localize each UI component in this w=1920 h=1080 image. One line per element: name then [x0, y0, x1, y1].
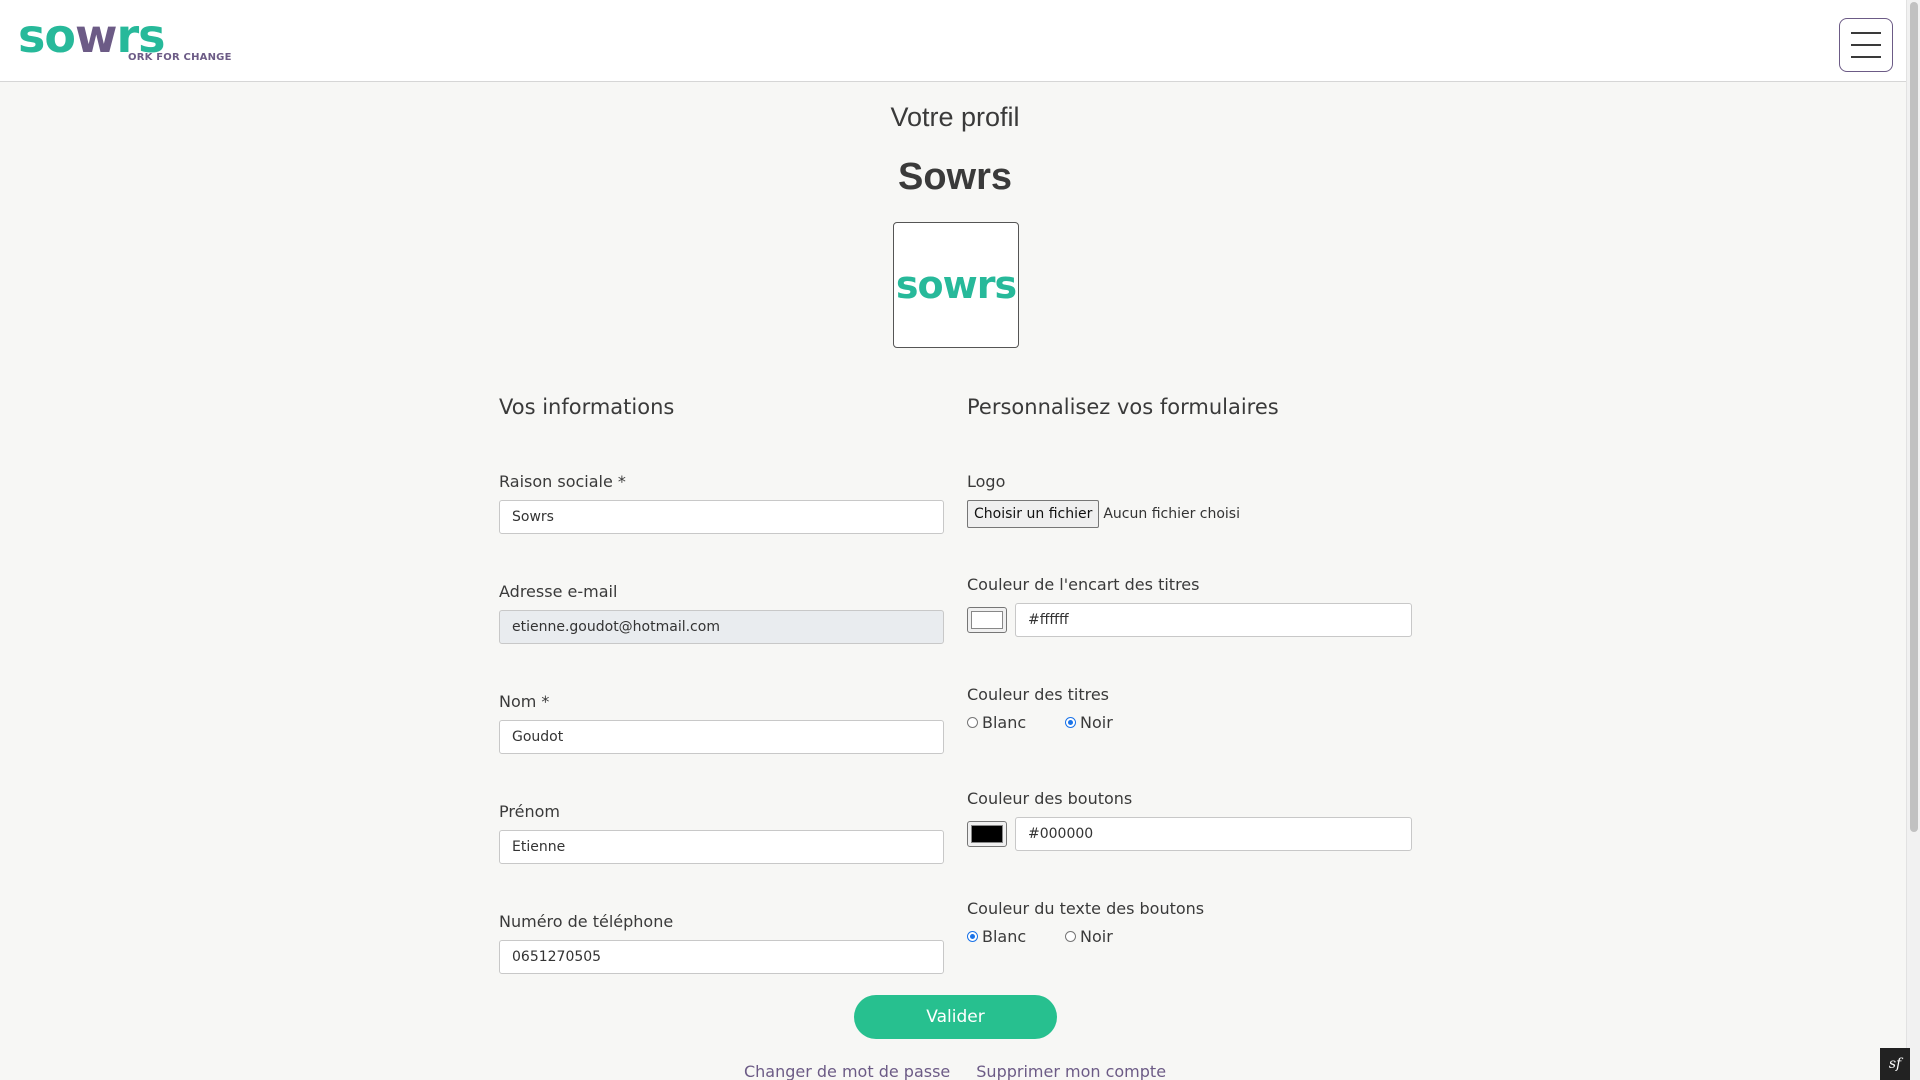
- button-color-swatch: [971, 825, 1003, 843]
- header-color-input[interactable]: #ffffff: [1015, 603, 1412, 637]
- hamburger-icon-line: [1851, 32, 1881, 34]
- header-color-group: Couleur de l'encart des titres #ffffff: [967, 575, 1413, 637]
- hamburger-icon-line: [1851, 44, 1881, 46]
- prenom-label: Prénom: [499, 802, 560, 821]
- button-text-color-group: Couleur du texte des boutons Blanc Noir: [967, 899, 1413, 946]
- account-links: Changer de mot de passe Supprimer mon co…: [0, 1062, 1910, 1080]
- header-color-picker[interactable]: [967, 607, 1007, 633]
- title-color-white-label: Blanc: [982, 713, 1027, 732]
- title-color-black-option[interactable]: Noir: [1065, 713, 1163, 732]
- raison-sociale-group: Raison sociale * Sowrs: [499, 472, 944, 534]
- brand-text-part1: so: [18, 9, 76, 63]
- button-text-white-label: Blanc: [982, 927, 1027, 946]
- brand-text-part2: w: [74, 9, 117, 63]
- title-color-white-option[interactable]: Blanc: [967, 713, 1065, 732]
- info-column: Vos informations Raison sociale * Sowrs …: [499, 392, 944, 974]
- header-color-row: #ffffff: [967, 603, 1413, 637]
- telephone-input[interactable]: 0651270505: [499, 940, 944, 974]
- telephone-label: Numéro de téléphone: [499, 912, 674, 931]
- prenom-group: Prénom Etienne: [499, 802, 944, 864]
- button-color-group: Couleur des boutons #000000: [967, 789, 1413, 851]
- title-color-black-label: Noir: [1080, 713, 1113, 732]
- symfony-toolbar-icon[interactable]: sf: [1880, 1048, 1910, 1080]
- email-label: Adresse e-mail: [499, 582, 618, 601]
- button-text-black-option[interactable]: Noir: [1065, 927, 1163, 946]
- nom-group: Nom * Goudot: [499, 692, 944, 754]
- radio-button-checked[interactable]: [1065, 717, 1076, 728]
- nom-label: Nom *: [499, 692, 550, 711]
- scrollbar-thumb[interactable]: [1910, 2, 1918, 832]
- title-color-label: Couleur des titres: [967, 685, 1110, 704]
- radio-button[interactable]: [967, 717, 978, 728]
- hamburger-icon-line: [1851, 56, 1881, 58]
- choose-file-button[interactable]: Choisir un fichier: [967, 500, 1100, 528]
- radio-button[interactable]: [1065, 931, 1076, 942]
- delete-account-link[interactable]: Supprimer mon compte: [976, 1062, 1166, 1080]
- button-color-input[interactable]: #000000: [1015, 817, 1412, 851]
- company-logo: sowrs: [893, 222, 1019, 348]
- page-scrollbar[interactable]: [1906, 0, 1920, 1080]
- prenom-input[interactable]: Etienne: [499, 830, 944, 864]
- logo-upload-group: Logo Choisir un fichier Aucun fichier ch…: [967, 472, 1413, 528]
- telephone-group: Numéro de téléphone 0651270505: [499, 912, 944, 974]
- menu-toggle-button[interactable]: [1839, 18, 1893, 72]
- nom-input[interactable]: Goudot: [499, 720, 944, 754]
- file-status-text: Aucun fichier choisi: [1103, 506, 1240, 522]
- logo-label: Logo: [967, 472, 1006, 491]
- button-color-label: Couleur des boutons: [967, 789, 1133, 808]
- raison-sociale-input[interactable]: Sowrs: [499, 500, 944, 534]
- title-color-group: Couleur des titres Blanc Noir: [967, 685, 1413, 732]
- email-group: Adresse e-mail etienne.goudot@hotmail.co…: [499, 582, 944, 644]
- button-text-color-label: Couleur du texte des boutons: [967, 899, 1205, 918]
- info-section-title: Vos informations: [499, 395, 675, 419]
- company-name: Sowrs: [897, 156, 1013, 198]
- brand-tagline: ORK FOR CHANGE: [128, 52, 232, 63]
- change-password-link[interactable]: Changer de mot de passe: [744, 1062, 950, 1080]
- email-field: etienne.goudot@hotmail.com: [499, 610, 944, 644]
- header-color-label: Couleur de l'encart des titres: [967, 575, 1200, 594]
- file-input: Choisir un fichier Aucun fichier choisi: [967, 500, 1413, 528]
- page-title: Votre profil: [890, 102, 1020, 132]
- company-logo-text: sowrs: [895, 263, 1017, 307]
- submit-button[interactable]: Valider: [854, 995, 1057, 1039]
- customization-column: Personnalisez vos formulaires Logo Chois…: [967, 392, 1413, 946]
- button-text-white-option[interactable]: Blanc: [967, 927, 1065, 946]
- button-text-color-options: Blanc Noir: [967, 927, 1413, 946]
- top-navbar: sowrs ORK FOR CHANGE: [0, 0, 1906, 82]
- radio-button-checked[interactable]: [967, 931, 978, 942]
- button-color-picker[interactable]: [967, 821, 1007, 847]
- customization-section-title: Personnalisez vos formulaires: [967, 395, 1279, 419]
- title-color-options: Blanc Noir: [967, 713, 1413, 732]
- button-color-row: #000000: [967, 817, 1413, 851]
- raison-sociale-label: Raison sociale *: [499, 472, 626, 491]
- button-text-black-label: Noir: [1080, 927, 1113, 946]
- brand-logo[interactable]: sowrs ORK FOR CHANGE: [18, 9, 231, 66]
- header-color-swatch: [971, 611, 1003, 629]
